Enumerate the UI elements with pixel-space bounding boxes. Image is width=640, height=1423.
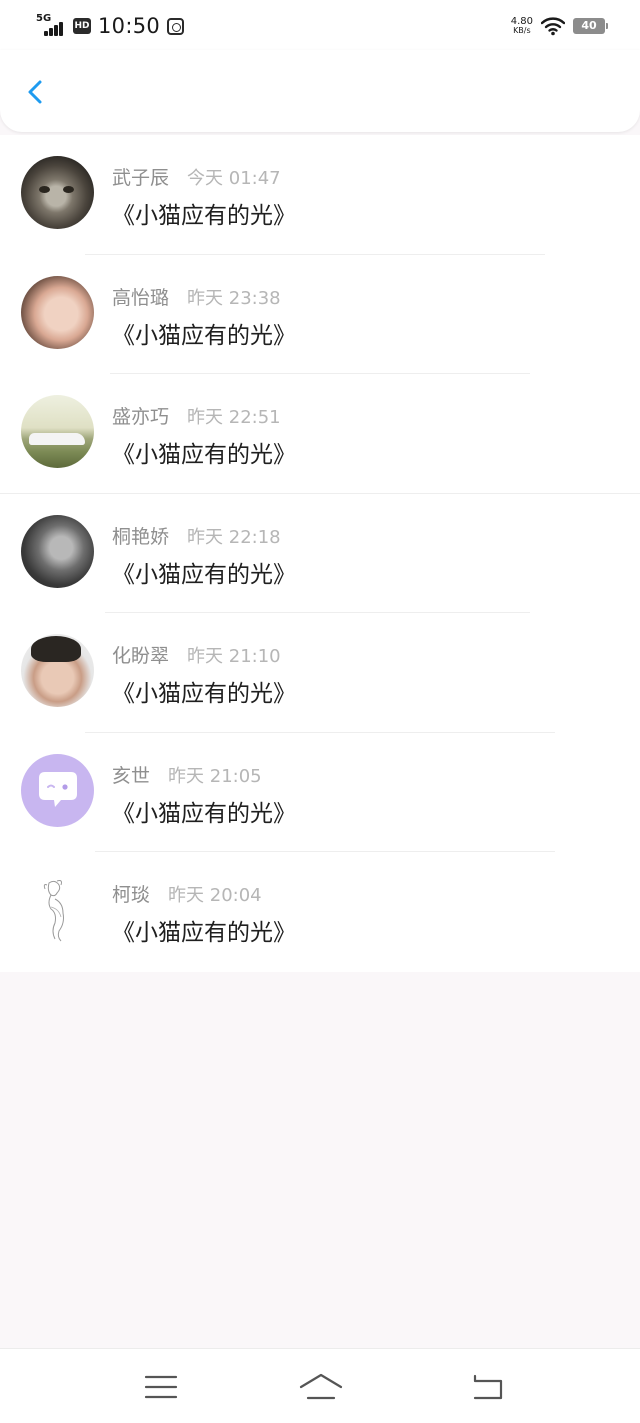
wifi-icon xyxy=(541,17,565,36)
item-title: 《小猫应有的光》 xyxy=(112,920,296,946)
avatar-detail xyxy=(29,433,85,445)
user-name: 盛亦巧 xyxy=(112,406,170,428)
timestamp: 昨天 20:04 xyxy=(168,885,262,906)
avatar[interactable] xyxy=(21,275,94,349)
status-time: 10:50 xyxy=(98,14,161,38)
item-meta: 柯琰 昨天 20:04 xyxy=(112,880,262,907)
list-item[interactable]: 柯琰 昨天 20:04 《小猫应有的光》 xyxy=(0,852,640,972)
status-right: 4.80 KB/s 40 xyxy=(510,14,608,38)
timestamp: 昨天 23:38 xyxy=(187,287,281,309)
message-list: 武子辰 今天 01:47 《小猫应有的光》 高怡璐 昨天 23:38 《小猫应有… xyxy=(0,135,640,972)
cellular-signal-icon: 5G xyxy=(36,14,66,38)
status-bar: 5G HD 10:50 4.80 KB/s 40 xyxy=(0,0,640,52)
timestamp: 昨天 22:51 xyxy=(187,407,281,428)
list-item[interactable]: 桐艳娇 昨天 22:18 《小猫应有的光》 xyxy=(0,494,640,613)
avatar[interactable] xyxy=(21,514,94,588)
back-button[interactable] xyxy=(16,72,56,112)
item-meta: 化盼翠 昨天 21:10 xyxy=(112,641,281,668)
user-name: 高怡璐 xyxy=(112,286,170,309)
item-meta: 盛亦巧 昨天 22:51 xyxy=(112,402,281,429)
user-name: 化盼翠 xyxy=(112,645,170,667)
back-icon xyxy=(473,1374,503,1400)
avatar-detail xyxy=(39,186,50,193)
user-name: 柯琰 xyxy=(112,884,151,906)
avatar[interactable] xyxy=(21,634,94,707)
user-name: 桐艳娇 xyxy=(112,525,170,548)
home-icon xyxy=(299,1373,343,1400)
item-title: 《小猫应有的光》 xyxy=(112,203,296,229)
back-nav-button[interactable] xyxy=(469,1371,509,1403)
list-item[interactable]: 亥世 昨天 21:05 《小猫应有的光》 xyxy=(0,733,640,852)
list-item[interactable]: 盛亦巧 昨天 22:51 《小猫应有的光》 xyxy=(0,374,640,494)
avatar[interactable] xyxy=(21,753,94,827)
avatar[interactable] xyxy=(21,156,94,229)
timestamp: 昨天 22:18 xyxy=(187,526,281,548)
avatar[interactable] xyxy=(21,395,94,468)
avatar-detail xyxy=(31,636,81,662)
chevron-left-icon xyxy=(28,80,42,104)
network-speed-unit: KB/s xyxy=(513,26,531,35)
hd-badge: HD xyxy=(73,18,91,34)
timestamp: 昨天 21:10 xyxy=(187,646,281,667)
avatar[interactable] xyxy=(21,873,94,946)
item-title: 《小猫应有的光》 xyxy=(112,322,296,349)
chat-bubble-icon xyxy=(39,771,77,807)
user-name: 武子辰 xyxy=(112,167,170,189)
item-title: 《小猫应有的光》 xyxy=(112,442,296,468)
user-name: 亥世 xyxy=(112,764,151,787)
item-meta: 武子辰 今天 01:47 xyxy=(112,163,281,190)
list-item[interactable]: 化盼翠 昨天 21:10 《小猫应有的光》 xyxy=(0,613,640,733)
menu-button[interactable] xyxy=(141,1371,181,1403)
battery-icon: 40 xyxy=(573,18,608,34)
item-meta: 亥世 昨天 21:05 xyxy=(112,761,262,788)
item-meta: 桐艳娇 昨天 22:18 xyxy=(112,522,281,549)
item-title: 《小猫应有的光》 xyxy=(112,800,296,827)
network-speed-value: 4.80 xyxy=(510,16,533,27)
timestamp: 今天 01:47 xyxy=(187,168,281,189)
list-item[interactable]: 武子辰 今天 01:47 《小猫应有的光》 xyxy=(0,135,640,255)
item-title: 《小猫应有的光》 xyxy=(112,561,296,588)
item-meta: 高怡璐 昨天 23:38 xyxy=(112,283,281,310)
timestamp: 昨天 21:05 xyxy=(168,765,262,787)
home-button[interactable] xyxy=(299,1371,343,1403)
signal-bar xyxy=(59,22,63,36)
item-title: 《小猫应有的光》 xyxy=(112,681,296,707)
signal-bar xyxy=(49,28,53,36)
status-left: 5G HD 10:50 xyxy=(36,12,185,40)
sketch-figure-icon xyxy=(43,880,64,942)
header xyxy=(0,50,640,132)
list-item[interactable]: 高怡璐 昨天 23:38 《小猫应有的光》 xyxy=(0,255,640,374)
app-notification-icon xyxy=(167,17,185,35)
system-navigation-bar xyxy=(0,1348,640,1423)
signal-bar xyxy=(44,31,48,36)
network-type: 5G xyxy=(36,13,52,24)
screen: 5G HD 10:50 4.80 KB/s 40 武子辰 今天 01:47 《小… xyxy=(0,0,640,1423)
avatar-detail xyxy=(63,186,74,193)
network-speed: 4.80 KB/s xyxy=(510,16,533,36)
menu-icon xyxy=(144,1375,178,1399)
signal-bar xyxy=(54,25,58,36)
